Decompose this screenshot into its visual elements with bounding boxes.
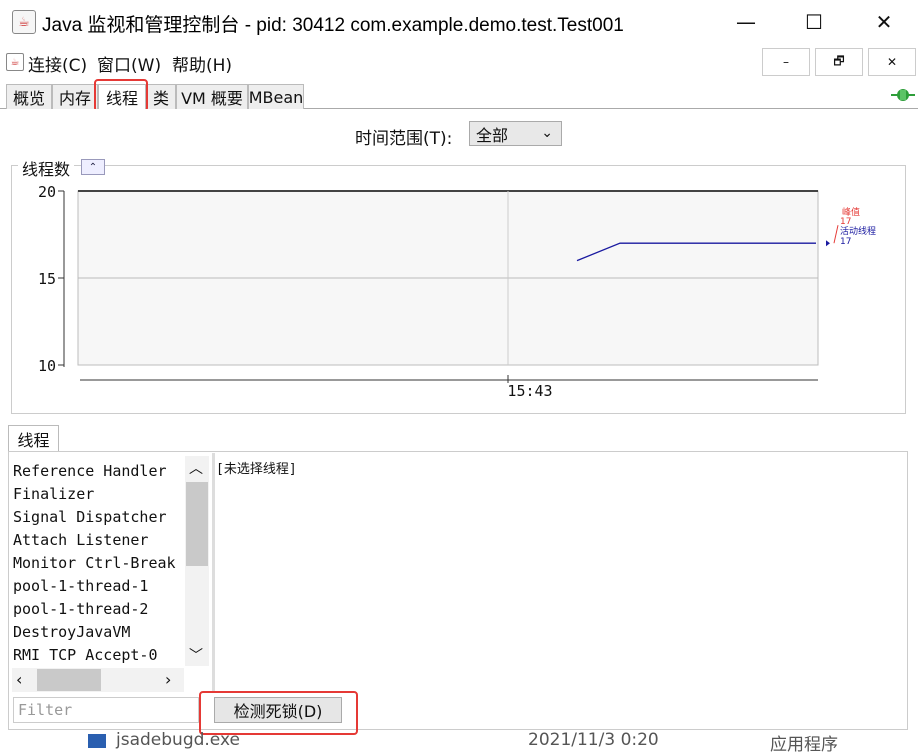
split-pane-divider[interactable] (212, 453, 215, 693)
double-chevron-up-icon[interactable]: ⌃ (81, 159, 105, 175)
x-tick-label: 15:43 (507, 382, 552, 400)
mdi-minimize-button[interactable]: – (762, 48, 810, 76)
thread-list-item[interactable]: Attach Listener (13, 529, 183, 552)
legend-peak-value: 17 (840, 217, 851, 227)
tab-classes[interactable]: 类 (146, 84, 176, 109)
thread-list: Reference Handler Finalizer Signal Dispatc… (13, 460, 183, 667)
y-tick-label: 20 (38, 183, 56, 201)
minimize-button[interactable]: — (718, 0, 774, 44)
maximize-button[interactable]: ☐ (786, 0, 842, 44)
menu-connect[interactable]: 连接(C) (28, 51, 87, 76)
exe-file-icon (88, 734, 106, 748)
java-app-icon: ☕ (12, 10, 36, 34)
background-file-name: jsadebugd.exe (116, 730, 240, 750)
background-file-type: 应用程序 (770, 735, 838, 755)
legend-live-value: 17 (840, 237, 851, 247)
legend-live-label: 活动线程 (840, 225, 876, 237)
horizontal-scroll-thumb[interactable] (37, 669, 101, 691)
threads-subtab[interactable]: 线程 (8, 425, 59, 452)
window-title: Java 监视和管理控制台 - pid: 30412 com.example.d… (42, 15, 624, 36)
thread-list-item[interactable]: RMI TCP Accept-0 (13, 644, 183, 667)
thread-list-item[interactable]: Signal Dispatcher (13, 506, 183, 529)
tab-highlight-box (94, 79, 148, 112)
chevron-down-icon: ⌄ (541, 125, 553, 141)
thread-list-item[interactable]: DestroyJavaVM (13, 621, 183, 644)
chevron-up-icon[interactable]: ︿ (189, 458, 203, 478)
close-button[interactable]: ✕ (856, 0, 912, 44)
thread-list-item[interactable]: pool-1-thread-2 (13, 598, 183, 621)
mdi-close-button[interactable]: ✕ (868, 48, 916, 76)
thread-count-chart: 20151015:43峰值17活动线程17 (38, 183, 876, 400)
chevron-left-icon[interactable]: ‹ (16, 670, 22, 689)
tab-memory[interactable]: 内存 (52, 84, 98, 109)
chevron-down-icon[interactable]: ﹀ (189, 645, 203, 665)
thread-list-item[interactable]: Monitor Ctrl-Break (13, 552, 183, 575)
vertical-scroll-thumb[interactable] (186, 482, 208, 566)
tab-vm-summary[interactable]: VM 概要 (176, 84, 248, 109)
menu-help[interactable]: 帮助(H) (172, 51, 232, 76)
thread-detail-text: [未选择线程] (216, 462, 297, 477)
y-tick-label: 15 (38, 270, 56, 288)
series-end-marker (826, 240, 830, 247)
y-tick-label: 10 (38, 357, 56, 375)
thread-list-item[interactable]: Finalizer (13, 483, 183, 506)
time-range-label: 时间范围(T): (355, 129, 453, 149)
thread-list-item[interactable]: pool-1-thread-1 (13, 575, 183, 598)
tab-mbean[interactable]: MBean (248, 84, 304, 109)
connection-status-icon (891, 88, 915, 102)
background-file-row: jsadebugd.exe 2021/11/3 0:20 应用程序 (86, 728, 918, 755)
time-range-select[interactable]: 全部 ⌄ (469, 121, 562, 146)
time-range-value: 全部 (476, 125, 509, 145)
legend-connector (833, 225, 839, 244)
mdi-restore-button[interactable]: 🗗 (815, 48, 863, 76)
java-menu-icon: ☕ (6, 53, 24, 71)
chevron-right-icon[interactable]: › (165, 670, 171, 689)
menu-window[interactable]: 窗口(W) (97, 51, 161, 76)
tab-overview[interactable]: 概览 (6, 84, 52, 109)
thread-list-item[interactable]: Reference Handler (13, 460, 183, 483)
background-file-date: 2021/11/3 0:20 (528, 730, 659, 750)
filter-input[interactable]: Filter (13, 697, 199, 723)
